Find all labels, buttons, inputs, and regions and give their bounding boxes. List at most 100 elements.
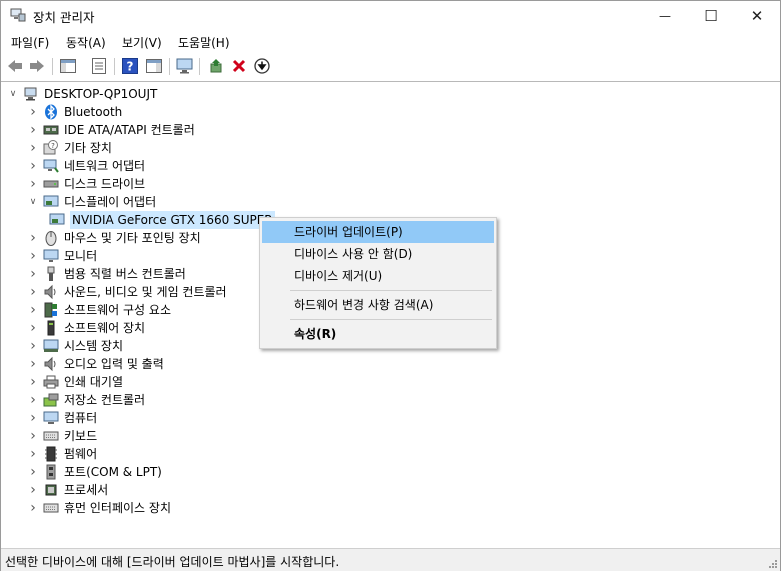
chevron-right-icon[interactable]: › (27, 337, 39, 355)
toolbar-separator (169, 58, 170, 75)
tree-category-item[interactable]: › 저장소 컨트롤러 (27, 391, 145, 409)
chevron-right-icon[interactable]: › (27, 157, 39, 175)
show-hide-tree-button[interactable] (58, 56, 78, 76)
tree-category-item[interactable]: › 컴퓨터 (27, 409, 97, 427)
chevron-right-icon[interactable]: › (27, 499, 39, 517)
ctx-uninstall-device[interactable]: 디바이스 제거(U) (262, 265, 494, 287)
menu-view[interactable]: 보기(V) (122, 34, 162, 51)
help-icon: ? (122, 58, 138, 74)
chevron-right-icon[interactable]: › (27, 427, 39, 445)
maximize-button[interactable]: ☐ (688, 1, 734, 31)
tree-category-item[interactable]: › 네트워크 어댑터 (27, 157, 145, 175)
status-text: 선택한 디바이스에 대해 [드라이버 업데이트 마법사]를 시작합니다. (5, 555, 340, 569)
chevron-right-icon[interactable]: › (27, 319, 39, 337)
tree-category-item[interactable]: › 범용 직렬 버스 컨트롤러 (27, 265, 186, 283)
chevron-right-icon[interactable]: › (27, 265, 39, 283)
tree-category-item[interactable]: › 포트(COM & LPT) (27, 463, 162, 481)
ctx-separator (290, 290, 492, 291)
scan-hardware-button[interactable] (175, 56, 195, 76)
toolbar-separator (52, 58, 53, 75)
ctx-update-driver[interactable]: 드라이버 업데이트(P) (262, 221, 494, 243)
update-driver-button[interactable] (206, 56, 226, 76)
chevron-down-icon[interactable]: ∨ (27, 193, 39, 211)
resize-grip-icon[interactable] (768, 559, 778, 569)
close-button[interactable]: ✕ (734, 1, 780, 31)
chevron-down-icon[interactable]: ∨ (7, 85, 19, 103)
tree-category-item[interactable]: › 모니터 (27, 247, 97, 265)
ctx-disable-device[interactable]: 디바이스 사용 안 함(D) (262, 243, 494, 265)
printer-icon (43, 374, 59, 390)
tree-category-item[interactable]: › 디스크 드라이브 (27, 175, 145, 193)
tree-category-item[interactable]: › 사운드, 비디오 및 게임 컨트롤러 (27, 283, 226, 301)
chevron-right-icon[interactable]: › (27, 301, 39, 319)
device-manager-window: 장치 관리자 — ☐ ✕ 파일(F) 동작(A) 보기(V) 도움말(H) ? (0, 0, 781, 571)
processor-icon (43, 482, 59, 498)
toolbar: ? (1, 54, 780, 79)
tree-item-label: 휴먼 인터페이스 장치 (64, 501, 171, 515)
chevron-right-icon[interactable]: › (27, 355, 39, 373)
uninstall-device-button[interactable] (229, 56, 249, 76)
tree-category-item[interactable]: › Bluetooth (27, 103, 122, 121)
tree-item-label: IDE ATA/ATAPI 컨트롤러 (64, 123, 195, 137)
back-button[interactable] (5, 56, 25, 76)
chevron-right-icon[interactable]: › (27, 229, 39, 247)
action-pane-button[interactable] (144, 56, 164, 76)
storage-controller-icon (43, 392, 59, 408)
tree-category-item[interactable]: › 프로세서 (27, 481, 108, 499)
monitor-icon (43, 248, 59, 264)
chevron-right-icon[interactable]: › (27, 373, 39, 391)
tree-item-label: Bluetooth (64, 105, 123, 119)
tree-category-item[interactable]: › 휴먼 인터페이스 장치 (27, 499, 171, 517)
mouse-icon (43, 230, 59, 246)
tree-category-item[interactable]: › 펌웨어 (27, 445, 97, 463)
chevron-right-icon[interactable]: › (27, 391, 39, 409)
minimize-button[interactable]: — (642, 1, 688, 31)
tree-category-item[interactable]: › 마우스 및 기타 포인팅 장치 (27, 229, 201, 247)
audio-io-icon (43, 356, 59, 372)
tree-item-label: 키보드 (64, 429, 98, 443)
back-arrow-icon (8, 60, 22, 72)
chevron-right-icon[interactable]: › (27, 409, 39, 427)
tree-root[interactable]: ∨ DESKTOP-QP1OUJT (7, 85, 158, 103)
network-adapter-icon (43, 158, 59, 174)
chevron-right-icon[interactable]: › (27, 103, 39, 121)
title-bar: 장치 관리자 — ☐ ✕ (1, 1, 780, 31)
chevron-right-icon[interactable]: › (27, 463, 39, 481)
tree-category-item[interactable]: › 시스템 장치 (27, 337, 123, 355)
chevron-right-icon[interactable]: › (27, 283, 39, 301)
tree-category-item[interactable]: › 소프트웨어 구성 요소 (27, 301, 171, 319)
chevron-right-icon[interactable]: › (27, 445, 39, 463)
chevron-right-icon[interactable]: › (27, 175, 39, 193)
sound-icon (43, 284, 59, 300)
tree-category-item[interactable]: › 소프트웨어 장치 (27, 319, 145, 337)
chevron-right-icon[interactable]: › (27, 247, 39, 265)
chevron-right-icon[interactable]: › (27, 481, 39, 499)
forward-button[interactable] (27, 56, 47, 76)
chevron-right-icon[interactable]: › (27, 121, 39, 139)
menu-action[interactable]: 동작(A) (66, 34, 106, 51)
tree-item-label: 소프트웨어 장치 (64, 321, 146, 335)
tree-category-item[interactable]: ∨ 디스플레이 어댑터 (27, 193, 156, 211)
console-tree-icon (60, 59, 76, 73)
tree-category-item[interactable]: › 키보드 (27, 427, 97, 445)
help-button[interactable]: ? (120, 56, 140, 76)
gpu-icon (49, 212, 65, 228)
menu-file[interactable]: 파일(F) (11, 34, 49, 51)
ctx-scan-hardware[interactable]: 하드웨어 변경 사항 검색(A) (262, 294, 494, 316)
menu-bar: 파일(F) 동작(A) 보기(V) 도움말(H) (1, 31, 780, 52)
port-icon (43, 464, 59, 480)
tree-category-item[interactable]: › 인쇄 대기열 (27, 373, 123, 391)
disable-device-button[interactable] (252, 56, 272, 76)
tree-device-item[interactable]: NVIDIA GeForce GTX 1660 SUPER (45, 211, 275, 229)
chevron-right-icon[interactable]: › (27, 139, 39, 157)
computer-root-icon (23, 86, 39, 102)
tree-category-item[interactable]: › IDE ATA/ATAPI 컨트롤러 (27, 121, 195, 139)
firmware-icon (43, 446, 59, 462)
forward-arrow-icon (30, 60, 44, 72)
tree-category-item[interactable]: › 오디오 입력 및 출력 (27, 355, 164, 373)
toolbar-separator (114, 58, 115, 75)
menu-help[interactable]: 도움말(H) (178, 34, 230, 51)
tree-category-item[interactable]: ›? 기타 장치 (27, 139, 112, 157)
ctx-properties[interactable]: 속성(R) (262, 323, 494, 345)
properties-button[interactable] (89, 56, 109, 76)
